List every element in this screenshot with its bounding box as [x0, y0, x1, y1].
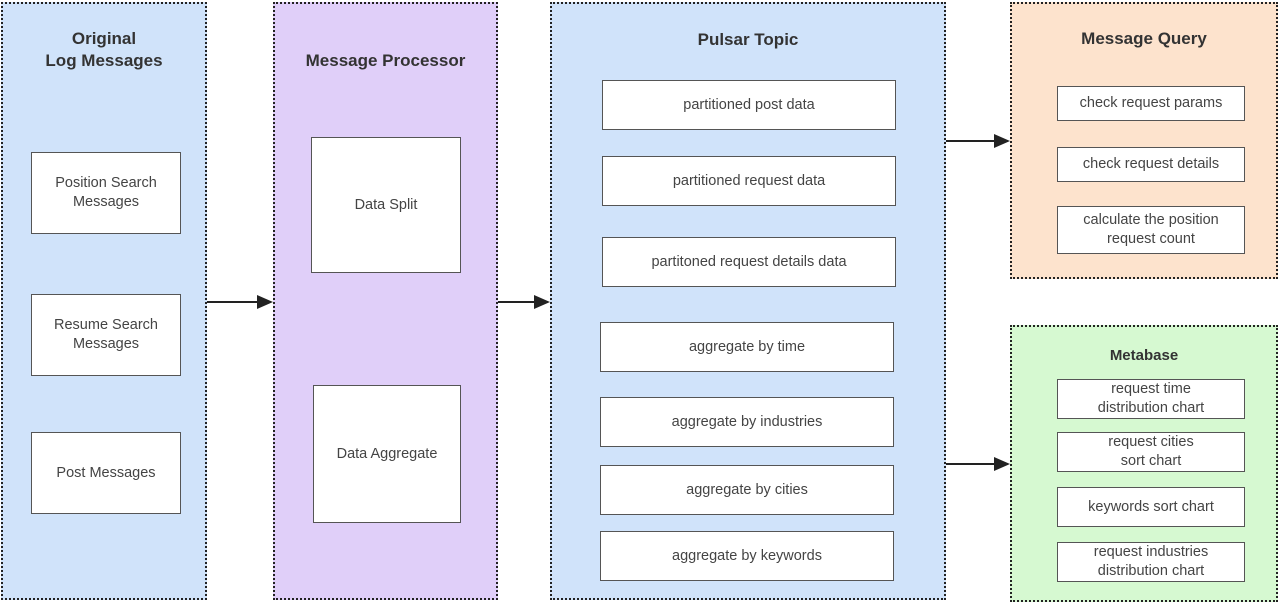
node-keywords-sort-chart[interactable]: keywords sort chart	[1057, 487, 1245, 527]
group-message-processor: Message Processor Data Split Data Aggreg…	[273, 2, 498, 600]
node-partitioned-post-data[interactable]: partitioned post data	[602, 80, 896, 130]
node-position-search-messages[interactable]: Position Search Messages	[31, 152, 181, 234]
arrow-pulsar-to-message-query	[946, 134, 1010, 148]
node-request-industries-distribution-chart[interactable]: request industries distribution chart	[1057, 542, 1245, 582]
arrow-pulsar-to-metabase	[946, 457, 1010, 471]
node-aggregate-by-industries[interactable]: aggregate by industries	[600, 397, 894, 447]
node-check-request-params[interactable]: check request params	[1057, 86, 1245, 121]
arrow-original-log-to-processor	[207, 295, 273, 309]
group-original-log-messages: Original Log Messages Position Search Me…	[1, 2, 207, 600]
node-request-time-distribution-chart[interactable]: request time distribution chart	[1057, 379, 1245, 419]
node-partitioned-request-details-data[interactable]: partitoned request details data	[602, 237, 896, 287]
node-request-cities-sort-chart[interactable]: request cities sort chart	[1057, 432, 1245, 472]
node-aggregate-by-keywords[interactable]: aggregate by keywords	[600, 531, 894, 581]
group-message-query: Message Query check request params check…	[1010, 2, 1278, 279]
group-title-message-query: Message Query	[1081, 29, 1207, 48]
group-metabase: Metabase request time distribution chart…	[1010, 325, 1278, 602]
group-title-message-processor: Message Processor	[305, 51, 466, 70]
node-resume-search-messages[interactable]: Resume Search Messages	[31, 294, 181, 376]
node-calculate-position-request-count[interactable]: calculate the position request count	[1057, 206, 1245, 254]
node-aggregate-by-time[interactable]: aggregate by time	[600, 322, 894, 372]
node-aggregate-by-cities[interactable]: aggregate by cities	[600, 465, 894, 515]
arrow-processor-to-pulsar	[498, 295, 550, 309]
node-data-split[interactable]: Data Split	[311, 137, 461, 273]
node-partitioned-request-data[interactable]: partitioned request data	[602, 156, 896, 206]
node-post-messages[interactable]: Post Messages	[31, 432, 181, 514]
group-title-metabase: Metabase	[1109, 347, 1179, 364]
node-data-aggregate[interactable]: Data Aggregate	[313, 385, 461, 523]
group-pulsar-topic: Pulsar Topic partitioned post data parti…	[550, 2, 946, 600]
group-title-pulsar-topic: Pulsar Topic	[697, 30, 799, 49]
node-check-request-details[interactable]: check request details	[1057, 147, 1245, 182]
group-title-original-log-messages: Original Log Messages	[45, 29, 163, 70]
